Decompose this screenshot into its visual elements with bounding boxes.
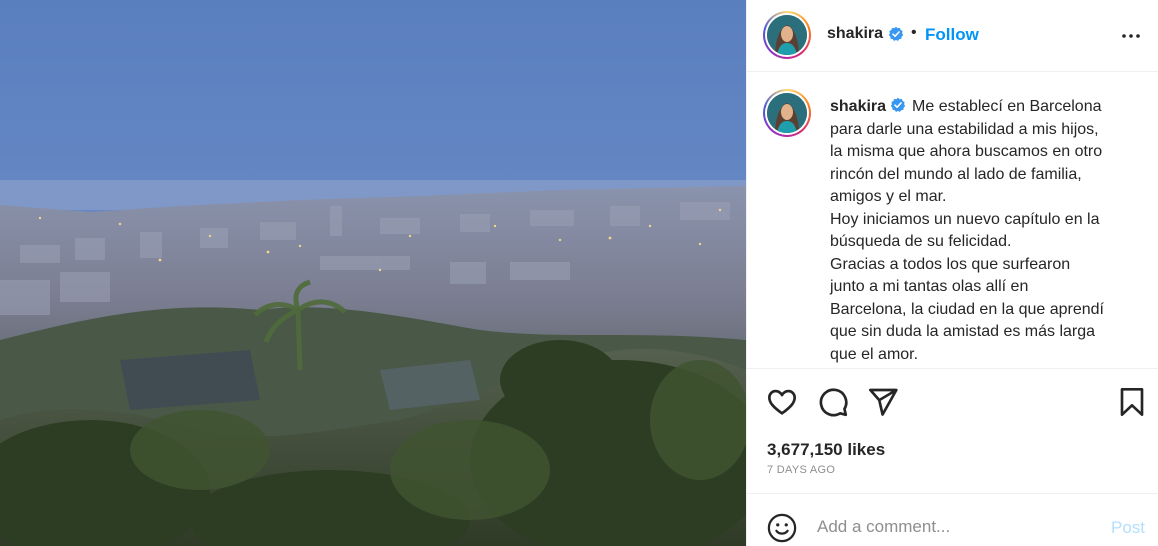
share-icon[interactable]	[867, 386, 899, 418]
bookmark-icon[interactable]	[1116, 386, 1148, 418]
follow-button[interactable]: Follow	[925, 25, 979, 45]
verified-badge-icon	[890, 97, 906, 112]
emoji-icon[interactable]	[767, 513, 797, 543]
heart-icon[interactable]	[766, 386, 798, 418]
likes-count[interactable]: 3,677,150 likes	[767, 440, 885, 460]
caption-line: junto a mi tantas olas allí en	[830, 278, 1029, 295]
caption-avatar[interactable]	[763, 89, 811, 137]
caption-line: rincón del mundo al lado de familia,	[830, 165, 1082, 183]
caption-line: que el amor.	[830, 345, 919, 363]
post-sidebar: shakira • Follow shakira Me establecí en…	[746, 0, 1158, 546]
caption-first-line: shakira Me establecí en Barcelona	[830, 96, 1130, 119]
caption-text: shakira Me establecí en Barcelona para d…	[830, 96, 1130, 366]
caption-username[interactable]: shakira	[830, 98, 886, 115]
post-comment-button[interactable]: Post	[1111, 518, 1145, 538]
caption-section: shakira Me establecí en Barcelona para d…	[747, 72, 1158, 369]
post-date[interactable]: 7 DAYS AGO	[767, 464, 835, 476]
comment-input[interactable]	[817, 514, 1087, 540]
profile-photo	[767, 93, 807, 133]
caption-line: amigos y el mar.	[830, 188, 947, 205]
avatar[interactable]	[763, 11, 811, 59]
comment-icon[interactable]	[817, 386, 849, 418]
action-bar	[747, 386, 1158, 420]
more-options-icon[interactable]	[1119, 24, 1143, 48]
profile-photo	[767, 15, 807, 55]
post-header: shakira • Follow	[747, 0, 1158, 72]
caption-line: Hoy iniciamos un nuevo capítulo en la	[830, 210, 1100, 228]
username[interactable]: shakira	[827, 25, 883, 43]
caption-line: para darle una estabilidad a mis hijos,	[830, 120, 1099, 138]
caption-line: la misma que ahora buscamos en otro	[830, 143, 1103, 160]
verified-badge-icon	[888, 26, 904, 41]
caption-line: Barcelona, la ciudad en la que aprendí	[830, 300, 1104, 318]
caption-line: que sin duda la amistad es más larga	[830, 323, 1096, 340]
comment-bar: Post	[747, 493, 1158, 546]
separator-dot: •	[911, 24, 917, 41]
caption-line: búsqueda de su felicidad.	[830, 233, 1012, 250]
caption-line: Gracias a todos los que surfearon	[830, 255, 1071, 273]
post-photo[interactable]	[0, 0, 746, 546]
barcelona-cityscape-image	[0, 0, 746, 546]
caption-line: Me establecí en Barcelona	[912, 98, 1102, 115]
